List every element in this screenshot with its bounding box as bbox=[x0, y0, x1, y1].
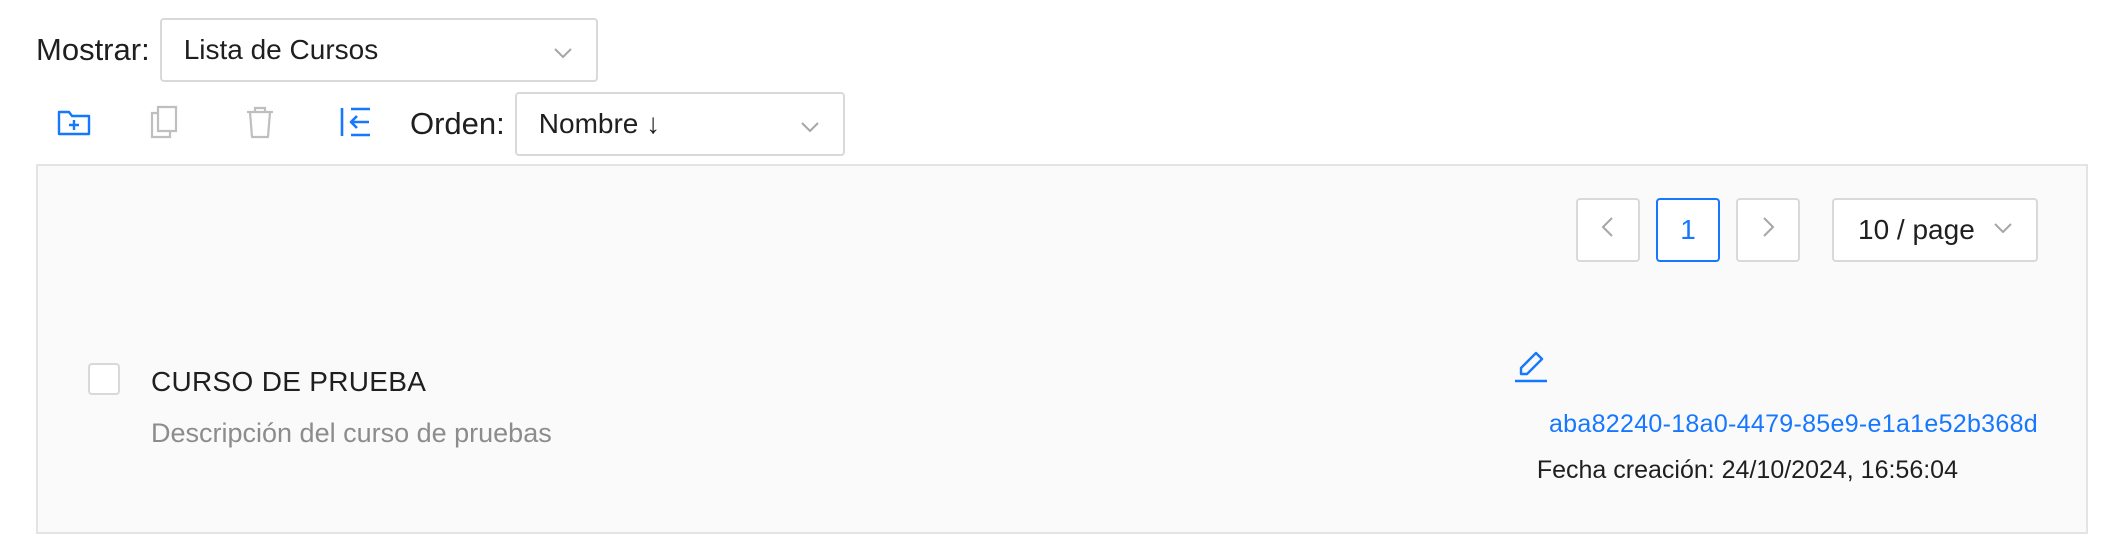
prev-page-button[interactable] bbox=[1576, 198, 1640, 262]
view-select-value: Lista de Cursos bbox=[183, 34, 379, 65]
chevron-down-icon bbox=[1992, 214, 2014, 246]
sort-select-value: Nombre ↓ bbox=[538, 108, 661, 139]
page-size-select[interactable]: 10 / page bbox=[1832, 198, 2038, 262]
course-list-panel: 1 10 / page CURSO DE PRUEBA Descripción … bbox=[36, 164, 2088, 534]
course-id-link[interactable]: aba82240-18a0-4479-85e9-e1a1e52b368d bbox=[1549, 410, 2038, 439]
page-size-value: 10 / page bbox=[1858, 214, 1975, 245]
page-1-button[interactable]: 1 bbox=[1656, 198, 1720, 262]
course-title: CURSO DE PRUEBA bbox=[151, 366, 427, 397]
edit-icon bbox=[1511, 351, 1551, 390]
course-checkbox[interactable] bbox=[88, 363, 120, 395]
next-page-button[interactable] bbox=[1736, 198, 1800, 262]
chevron-right-icon bbox=[1758, 214, 1778, 246]
new-folder-button[interactable] bbox=[36, 92, 116, 156]
delete-icon bbox=[245, 105, 275, 144]
view-selector-row: Mostrar: Lista de Cursos bbox=[36, 18, 598, 82]
copy-button[interactable] bbox=[116, 92, 212, 156]
collapse-icon bbox=[339, 106, 373, 143]
copy-icon bbox=[149, 104, 179, 145]
course-description: Descripción del curso de pruebas bbox=[151, 418, 552, 448]
view-label: Mostrar: bbox=[36, 32, 150, 67]
edit-course-button[interactable] bbox=[1511, 346, 1551, 386]
chevron-down-icon bbox=[552, 39, 574, 61]
course-created-date: Fecha creación: 24/10/2024, 16:56:04 bbox=[1536, 456, 1958, 484]
collapse-button[interactable] bbox=[308, 92, 404, 156]
sort-label: Orden: bbox=[410, 106, 505, 141]
chevron-down-icon bbox=[799, 113, 821, 135]
view-select[interactable]: Lista de Cursos bbox=[159, 18, 598, 82]
sort-select[interactable]: Nombre ↓ bbox=[514, 92, 845, 156]
delete-button[interactable] bbox=[212, 92, 308, 156]
add-folder-icon bbox=[56, 107, 92, 142]
pagination: 1 10 / page bbox=[1576, 198, 2038, 262]
chevron-left-icon bbox=[1598, 214, 1618, 246]
toolbar: Orden: Nombre ↓ bbox=[36, 92, 845, 156]
